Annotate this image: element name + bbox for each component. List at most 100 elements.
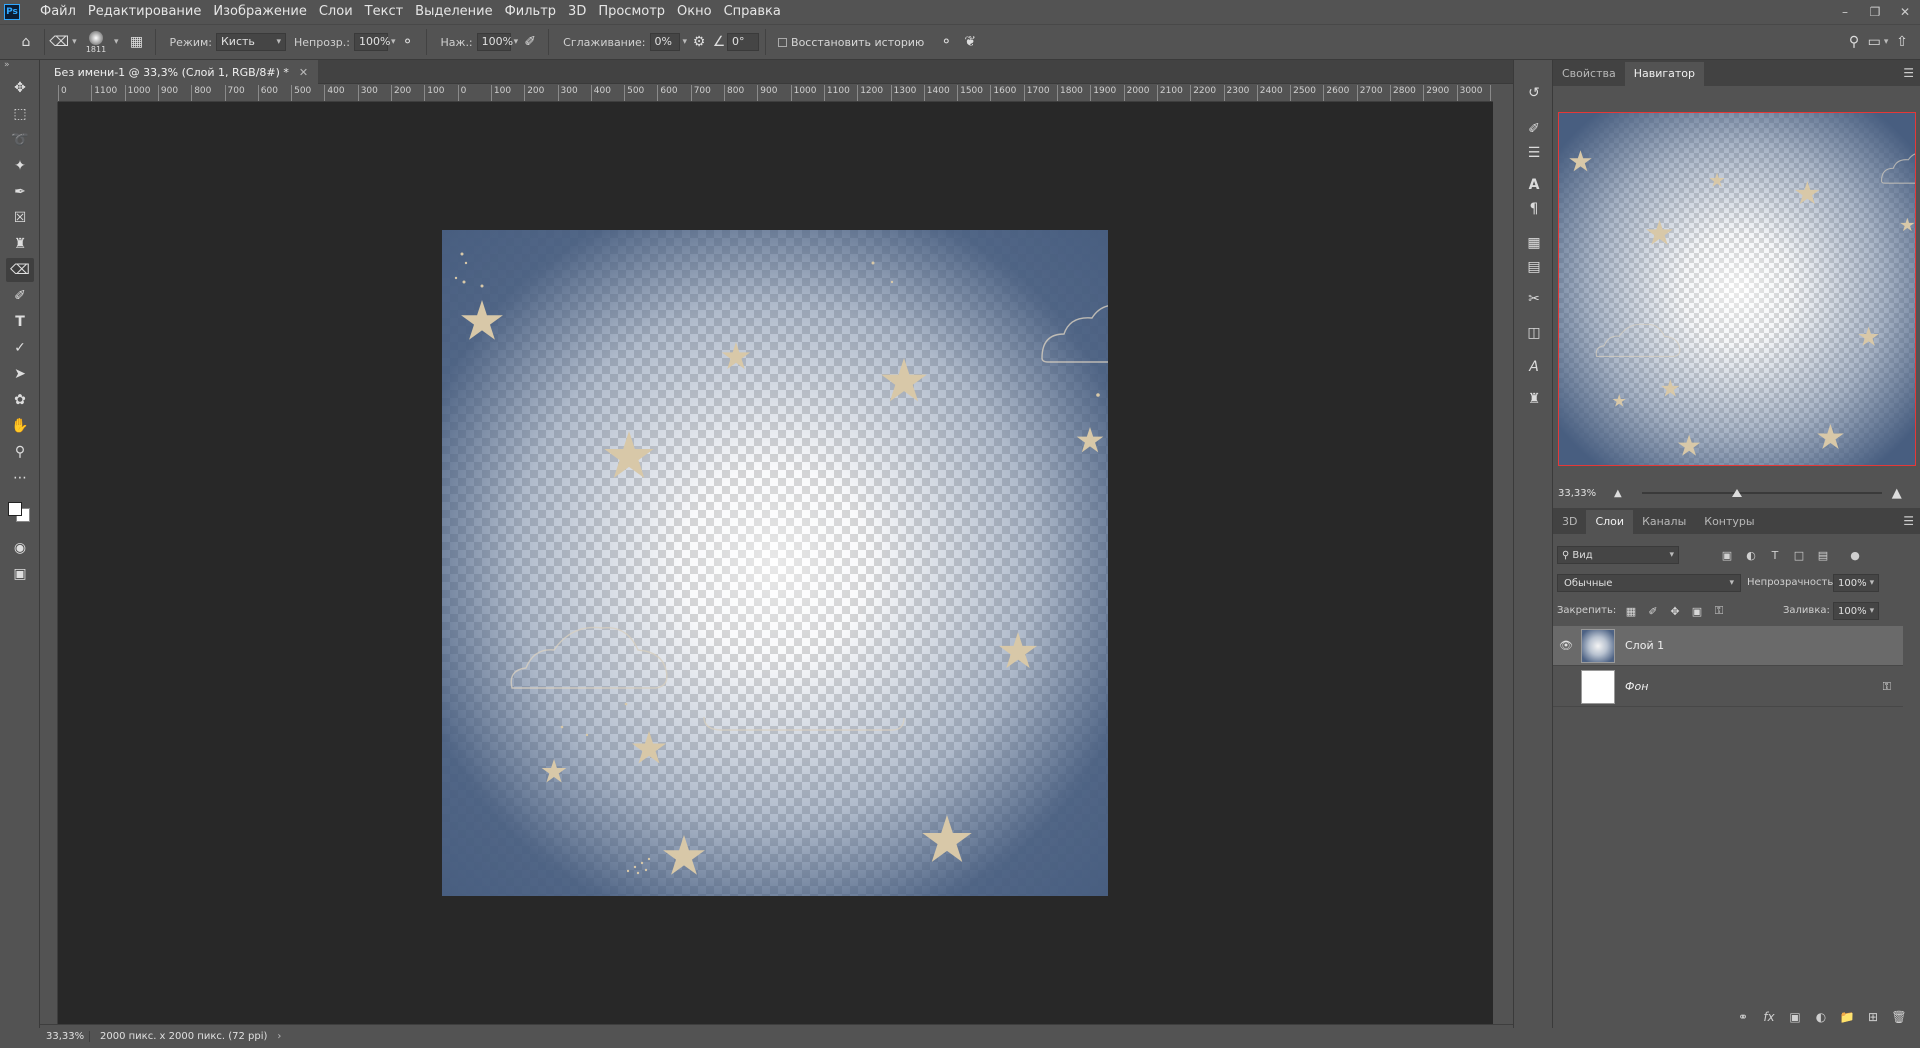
link-layers-icon[interactable]: ⚭: [1730, 1010, 1756, 1028]
brush-tool-icon[interactable]: ✐: [6, 284, 34, 308]
lock-position-icon[interactable]: ✥: [1664, 602, 1686, 620]
smoothing-field[interactable]: 0%: [649, 33, 680, 51]
blend-mode-select[interactable]: Обычные ▾: [1557, 574, 1741, 592]
history-icon[interactable]: ↺: [1522, 82, 1546, 104]
close-icon[interactable]: ✕: [1890, 0, 1920, 24]
type-tool-icon[interactable]: T: [6, 310, 34, 334]
filter-shape-icon[interactable]: □: [1787, 546, 1811, 564]
more-tools-icon[interactable]: ⋯: [6, 466, 34, 490]
hand-tool-icon[interactable]: ✋: [6, 414, 34, 438]
brush-settings-icon[interactable]: ▦: [125, 30, 149, 54]
tab-properties[interactable]: Свойства: [1553, 62, 1625, 86]
quick-mask-icon[interactable]: ◉: [6, 536, 34, 560]
workspace-icon[interactable]: ▭ ▾: [1866, 30, 1890, 54]
slider-thumb[interactable]: [1731, 489, 1742, 497]
lock-image-icon[interactable]: ✐: [1642, 602, 1664, 620]
character-panel-icon[interactable]: A: [1522, 174, 1546, 196]
airbrush-icon[interactable]: ✐: [518, 30, 542, 54]
fx-icon[interactable]: fx: [1756, 1010, 1782, 1028]
home-icon[interactable]: ⌂: [14, 30, 38, 54]
tab-channels[interactable]: Каналы: [1633, 510, 1695, 534]
lock-all-icon[interactable]: ⚿: [1708, 602, 1730, 620]
delete-layer-icon[interactable]: 🗑: [1886, 1010, 1912, 1028]
filter-adjustment-icon[interactable]: ◐: [1739, 546, 1763, 564]
quick-select-tool-icon[interactable]: ✦: [6, 154, 34, 178]
symmetry-icon[interactable]: ❦: [958, 30, 982, 54]
tab-paths[interactable]: Контуры: [1695, 510, 1763, 534]
stamp-panel-icon[interactable]: ♜: [1522, 388, 1546, 410]
menu-window[interactable]: Окно: [671, 0, 718, 24]
new-group-icon[interactable]: 📁: [1834, 1010, 1860, 1028]
clone-source-icon[interactable]: ◫: [1522, 322, 1546, 344]
adjustment-layer-icon[interactable]: ◐: [1808, 1010, 1834, 1028]
tab-3d[interactable]: 3D: [1553, 510, 1586, 534]
tab-layers[interactable]: Слои: [1586, 510, 1634, 534]
restore-icon[interactable]: ❐: [1860, 0, 1890, 24]
menu-edit[interactable]: Редактирование: [82, 0, 207, 24]
glyphs-icon[interactable]: A: [1522, 356, 1546, 378]
new-layer-icon[interactable]: ⊞: [1860, 1010, 1886, 1028]
menu-3d[interactable]: 3D: [562, 0, 592, 24]
pen-tool-icon[interactable]: ✓: [6, 336, 34, 360]
tab-navigator[interactable]: Навигатор: [1624, 62, 1705, 86]
eye-icon[interactable]: 👁: [1553, 639, 1579, 652]
filter-type-icon[interactable]: T: [1763, 546, 1787, 564]
panel-menu-icon[interactable]: ☰: [1903, 66, 1914, 80]
fill-field[interactable]: 100% ▾: [1833, 602, 1879, 620]
color-swatches[interactable]: [6, 496, 34, 530]
restore-history-checkbox[interactable]: [778, 37, 788, 47]
brush-preset-picker[interactable]: 1811: [81, 30, 111, 54]
zoom-tool-icon[interactable]: ⚲: [6, 440, 34, 464]
pressure-size-icon[interactable]: ⚬: [934, 30, 958, 54]
lock-artboard-icon[interactable]: ▣: [1686, 602, 1708, 620]
lasso-tool-icon[interactable]: ➰: [6, 128, 34, 152]
path-select-tool-icon[interactable]: ➤: [6, 362, 34, 386]
menu-file[interactable]: Файл: [34, 0, 82, 24]
menu-text[interactable]: Текст: [359, 0, 410, 24]
menu-select[interactable]: Выделение: [409, 0, 498, 24]
add-mask-icon[interactable]: ▣: [1782, 1010, 1808, 1028]
canvas-workspace[interactable]: [58, 102, 1493, 1024]
eraser-tool-preset-icon[interactable]: ⌫ ▾: [49, 30, 76, 54]
document-canvas[interactable]: [442, 230, 1108, 896]
move-tool-icon[interactable]: ✥: [6, 76, 34, 100]
status-zoom[interactable]: 33,33%: [40, 1031, 90, 1042]
layer-row[interactable]: 👁 Слой 1: [1553, 626, 1903, 666]
minimize-icon[interactable]: –: [1830, 0, 1860, 24]
search-icon[interactable]: ⚲: [1842, 30, 1866, 54]
eye-hidden-icon[interactable]: ▢: [1553, 680, 1579, 693]
gear-icon[interactable]: ⚙: [687, 30, 711, 54]
tool-presets-icon[interactable]: ✂: [1522, 288, 1546, 310]
navigator-preview[interactable]: [1558, 112, 1916, 466]
share-icon[interactable]: ⇧: [1890, 30, 1914, 54]
menu-layers[interactable]: Слои: [313, 0, 359, 24]
layer-row[interactable]: ▢ Фон ⚿: [1553, 667, 1903, 707]
menu-view[interactable]: Просмотр: [592, 0, 671, 24]
document-tab[interactable]: Без имени-1 @ 33,3% (Слой 1, RGB/8#) * ✕: [44, 60, 319, 84]
navigator-zoom-slider[interactable]: [1632, 487, 1882, 499]
zoom-in-icon[interactable]: ▲: [1892, 486, 1902, 501]
filter-pixel-icon[interactable]: ▣: [1715, 546, 1739, 564]
layer-opacity-field[interactable]: 100% ▾: [1833, 574, 1879, 592]
zoom-out-icon[interactable]: ▲: [1614, 488, 1622, 499]
eraser-tool-icon[interactable]: ⌫: [6, 258, 34, 282]
brush-panel-icon[interactable]: ✐: [1522, 118, 1546, 140]
adjustments-icon[interactable]: ☰: [1522, 142, 1546, 164]
filter-smart-object-icon[interactable]: ▤: [1811, 546, 1835, 564]
foreground-color-swatch[interactable]: [8, 502, 22, 516]
layer-name[interactable]: Фон: [1625, 680, 1648, 693]
libraries-icon[interactable]: ▦: [1522, 232, 1546, 254]
lock-icon[interactable]: ⚿: [1883, 680, 1891, 694]
mode-select[interactable]: Кисть ▾: [216, 33, 286, 51]
fill-tool-icon[interactable]: ☒: [6, 206, 34, 230]
ruler-vertical[interactable]: [40, 102, 58, 1024]
chevron-down-icon[interactable]: ▾: [114, 37, 119, 47]
menu-help[interactable]: Справка: [718, 0, 787, 24]
eyedropper-tool-icon[interactable]: ✒: [6, 180, 34, 204]
ruler-horizontal[interactable]: 0 1100 1000 900 800 700 600 500 400 300 200 100 0 100…: [58, 84, 1493, 102]
close-tab-icon[interactable]: ✕: [299, 66, 308, 79]
comments-icon[interactable]: ▤: [1522, 256, 1546, 278]
marquee-tool-icon[interactable]: ⬚: [6, 102, 34, 126]
lock-transparency-icon[interactable]: ▦: [1620, 602, 1642, 620]
flow-field[interactable]: 100%: [476, 33, 513, 51]
